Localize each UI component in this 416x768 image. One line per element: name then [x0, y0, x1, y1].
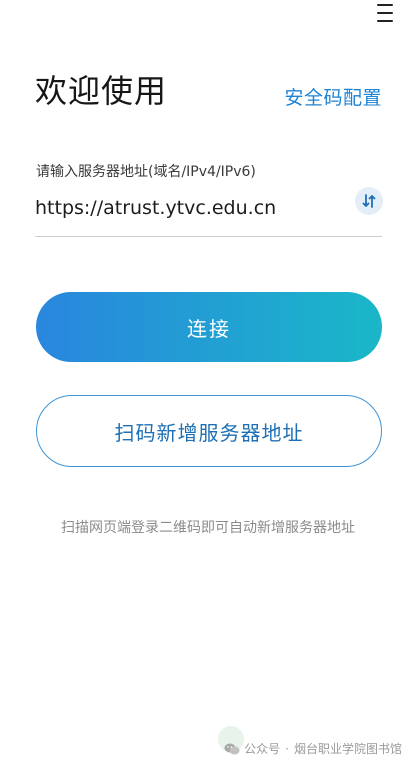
watermark-separator: ·	[285, 741, 289, 756]
wechat-icon	[224, 743, 240, 754]
menu-line	[377, 4, 393, 6]
watermark-account: 烟台职业学院图书馆	[293, 742, 402, 756]
menu-line	[377, 20, 393, 22]
switch-arrows-icon[interactable]	[355, 187, 383, 215]
hamburger-menu-icon[interactable]	[373, 2, 397, 24]
page-title: 欢迎使用	[35, 72, 168, 110]
server-address-label: 请输入服务器地址(域名/IPv4/IPv6)	[36, 164, 256, 180]
menu-line	[377, 12, 393, 14]
app-screen: 欢迎使用 安全码配置 请输入服务器地址(域名/IPv4/IPv6) 连接 扫码新…	[0, 0, 416, 768]
scan-hint-text: 扫描网页端登录二维码即可自动新增服务器地址	[61, 520, 355, 536]
server-address-input[interactable]	[35, 190, 335, 226]
server-address-row	[35, 186, 383, 237]
watermark-prefix: 公众号	[244, 742, 281, 756]
connect-button[interactable]: 连接	[36, 292, 382, 362]
watermark: 公众号 · 烟台职业学院图书馆	[224, 740, 402, 757]
security-code-config-link[interactable]: 安全码配置	[284, 83, 382, 110]
scan-add-server-button[interactable]: 扫码新增服务器地址	[36, 395, 382, 467]
